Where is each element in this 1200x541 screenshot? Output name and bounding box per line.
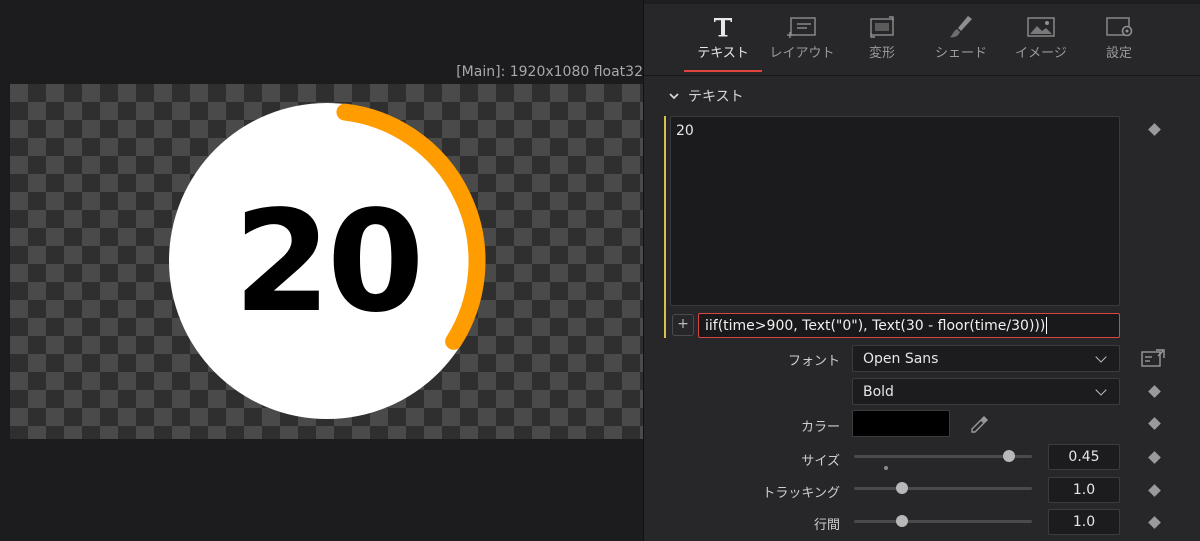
tab-transform-label: 変形 xyxy=(868,46,895,61)
app-root: [Main]: 1920x1080 float32 20 テキスト レイアウト … xyxy=(0,0,1200,541)
font-family-dropdown[interactable]: Open Sans xyxy=(852,345,1120,372)
eyedropper-icon[interactable] xyxy=(970,414,990,438)
font-style-value: Bold xyxy=(863,383,894,400)
tab-layout[interactable]: レイアウト xyxy=(762,14,842,72)
text-section-header[interactable]: テキスト xyxy=(668,86,744,106)
color-swatch[interactable] xyxy=(852,410,950,437)
font-style-dropdown[interactable]: Bold xyxy=(852,378,1120,405)
keyframe-diamond-icon[interactable] xyxy=(1148,451,1161,464)
section-title: テキスト xyxy=(688,89,744,105)
tab-text[interactable]: テキスト xyxy=(683,14,763,72)
inspector-tab-bar: テキスト レイアウト 変形 シェード イメージ 設定 xyxy=(644,0,1200,76)
size-slider-knob[interactable] xyxy=(1002,450,1015,462)
tracking-label: トラッキング xyxy=(762,486,840,501)
chevron-down-icon xyxy=(1095,383,1107,396)
tab-transform[interactable]: 変形 xyxy=(842,14,922,72)
expression-add-button[interactable]: + xyxy=(672,314,694,336)
inspector-panel: テキスト レイアウト 変形 シェード イメージ 設定 テキスト 20 + iif… xyxy=(643,0,1200,541)
expression-text: iif(time>900, Text("0"), Text(30 - floor… xyxy=(705,317,1046,334)
font-family-value: Open Sans xyxy=(863,350,939,367)
active-tab-underline xyxy=(684,70,762,72)
tab-image[interactable]: イメージ xyxy=(1001,14,1081,72)
line-spacing-value-field[interactable]: 1.0 xyxy=(1048,509,1120,535)
tab-bar-top-edge xyxy=(644,0,1200,4)
keyframe-diamond-icon[interactable] xyxy=(1148,417,1161,430)
tab-layout-label: レイアウト xyxy=(769,46,835,61)
counter-number: 20 xyxy=(234,181,421,344)
viewer-info-label: [Main]: 1920x1080 float32 xyxy=(456,64,643,80)
size-value-field[interactable]: 0.45 xyxy=(1048,444,1120,470)
tab-shade-label: シェード xyxy=(934,46,987,61)
line-spacing-slider[interactable] xyxy=(854,520,1032,523)
tab-shade[interactable]: シェード xyxy=(921,14,1001,72)
color-label: カラー xyxy=(800,420,840,435)
image-icon xyxy=(1001,14,1081,40)
keyframe-diamond-icon[interactable] xyxy=(1148,123,1161,136)
tracking-slider[interactable] xyxy=(854,487,1032,490)
line-spacing-slider-knob[interactable] xyxy=(896,515,909,527)
tab-text-label: テキスト xyxy=(697,46,749,61)
line-spacing-label: 行間 xyxy=(813,518,840,533)
viewer-canvas[interactable]: 20 xyxy=(10,84,643,439)
font-label: フォント xyxy=(787,354,840,369)
tab-image-label: イメージ xyxy=(1015,46,1067,61)
expression-linked-indicator xyxy=(664,116,666,338)
size-label: サイズ xyxy=(801,454,840,469)
chevron-down-icon xyxy=(1095,350,1107,363)
keyframe-diamond-icon[interactable] xyxy=(1148,484,1161,497)
font-browser-icon[interactable] xyxy=(1140,348,1166,374)
expression-input[interactable]: iif(time>900, Text("0"), Text(30 - floor… xyxy=(698,313,1120,338)
text-icon xyxy=(683,14,763,40)
settings-icon xyxy=(1079,14,1159,40)
keyframe-diamond-icon[interactable] xyxy=(1148,516,1161,529)
styled-text-input[interactable]: 20 xyxy=(670,116,1120,306)
transform-icon xyxy=(842,14,922,40)
counter-graphic: 20 xyxy=(169,103,486,419)
layout-icon xyxy=(762,14,842,40)
size-default-marker xyxy=(884,466,888,470)
tracking-value-field[interactable]: 1.0 xyxy=(1048,477,1120,503)
keyframe-diamond-icon[interactable] xyxy=(1148,385,1161,398)
tab-settings[interactable]: 設定 xyxy=(1079,14,1159,72)
tab-settings-label: 設定 xyxy=(1105,46,1132,61)
shade-brush-icon xyxy=(921,14,1001,40)
tracking-slider-knob[interactable] xyxy=(896,482,909,494)
viewer-panel: [Main]: 1920x1080 float32 20 xyxy=(0,0,643,541)
chevron-down-icon xyxy=(669,93,679,100)
text-caret xyxy=(1046,317,1048,334)
